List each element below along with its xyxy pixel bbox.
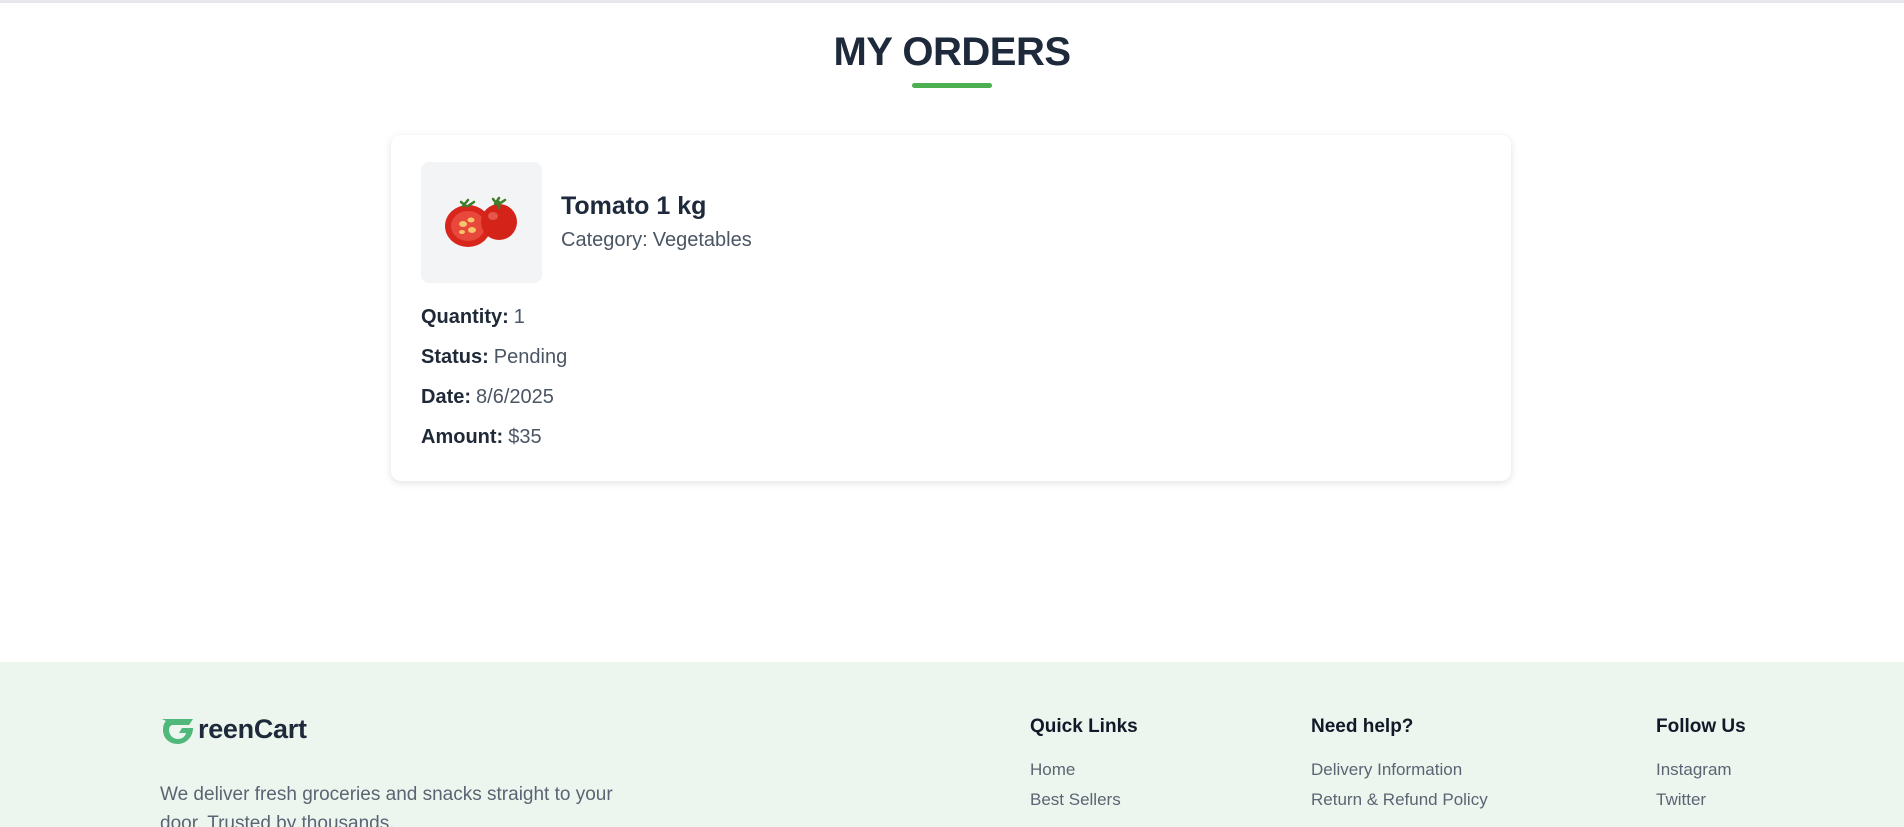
footer-column-title: Follow Us (1656, 716, 1746, 737)
category-value: Vegetables (652, 229, 752, 251)
product-name: Tomato 1 kg (561, 192, 707, 220)
greencart-logo-icon (162, 718, 193, 744)
brand-name: reenCart (198, 714, 307, 744)
footer-link-twitter[interactable]: Twitter (1656, 790, 1746, 820)
footer-link-home[interactable]: Home (1030, 760, 1138, 790)
product-image (421, 162, 542, 283)
detail-status: Status: Pending (421, 345, 567, 385)
order-details: Quantity: 1 Status: Pending Date: 8/6/2025 … (421, 305, 567, 465)
footer-link-best-sellers[interactable]: Best Sellers (1030, 790, 1138, 820)
detail-value: $35 (508, 426, 542, 448)
footer-link-instagram[interactable]: Instagram (1656, 760, 1746, 790)
detail-quantity: Quantity: 1 (421, 305, 567, 345)
detail-value: Pending (493, 346, 568, 368)
page-heading: MY ORDERS (0, 30, 1904, 88)
detail-value: 1 (513, 306, 525, 328)
header-divider (0, 0, 1904, 3)
brand-logo[interactable]: reenCart (160, 714, 307, 745)
footer-follow-us: Follow Us Instagram Twitter (1656, 716, 1746, 820)
footer-column-title: Need help? (1311, 716, 1414, 737)
category-label: Category: (561, 229, 648, 251)
site-footer: reenCart We deliver fresh groceries and … (0, 662, 1904, 827)
product-category: Category: Vegetables (561, 229, 752, 252)
footer-quick-links: Quick Links Home Best Sellers (1030, 716, 1138, 820)
order-card: Tomato 1 kg Category: Vegetables Quantity… (391, 135, 1511, 481)
detail-value: 8/6/2025 (476, 386, 554, 408)
page-title: MY ORDERS (833, 30, 1071, 74)
footer-need-help: Need help? Delivery Information Return &… (1311, 716, 1488, 820)
detail-amount: Amount: $35 (421, 425, 567, 465)
detail-label: Amount: (421, 426, 504, 448)
footer-link-return-refund-policy[interactable]: Return & Refund Policy (1311, 790, 1488, 820)
tomato-icon (445, 196, 517, 247)
footer-tagline: We deliver fresh groceries and snacks st… (160, 784, 613, 827)
detail-label: Date: (421, 386, 472, 408)
detail-label: Quantity: (421, 306, 509, 328)
detail-date: Date: 8/6/2025 (421, 385, 567, 425)
detail-label: Status: (421, 346, 489, 368)
title-underline (912, 83, 992, 88)
footer-column-title: Quick Links (1030, 716, 1138, 737)
footer-link-delivery-information[interactable]: Delivery Information (1311, 760, 1488, 790)
